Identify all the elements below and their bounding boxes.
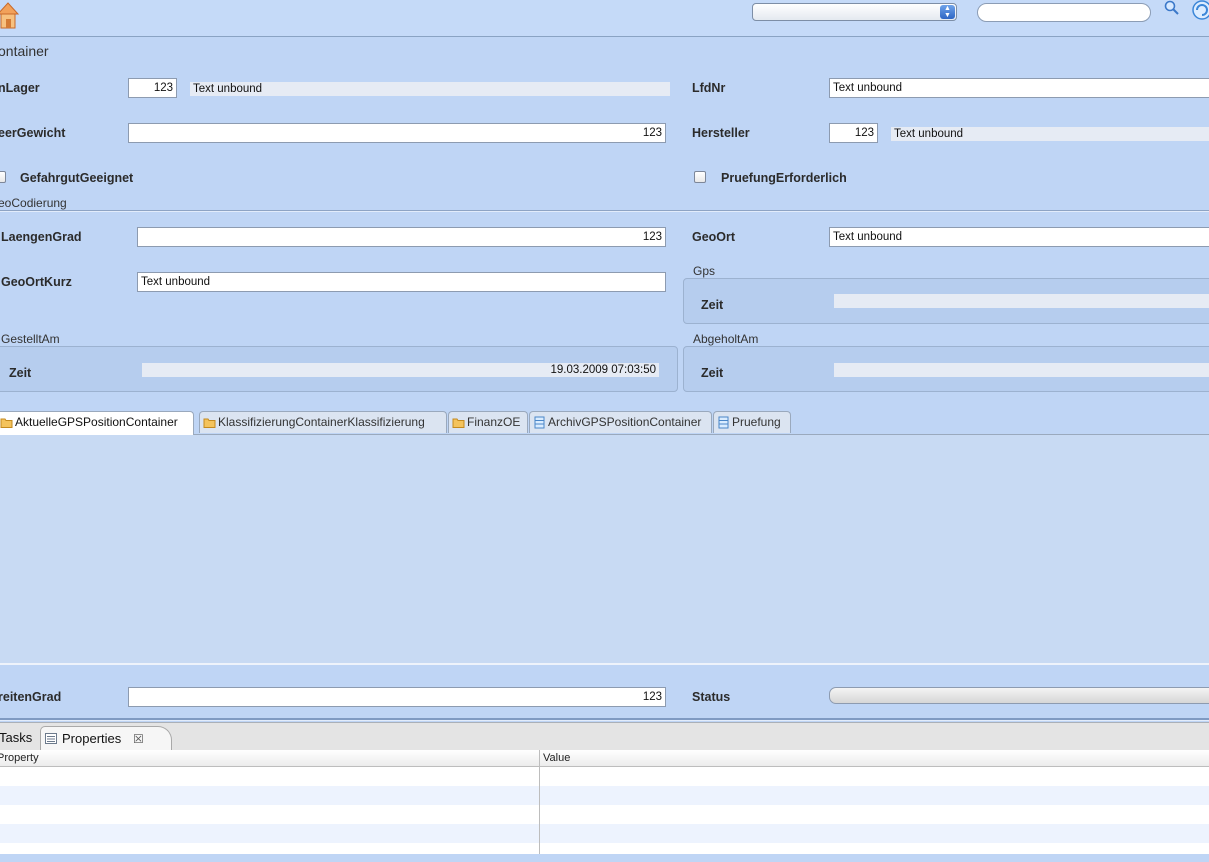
pruefung-label: PruefungErforderlich bbox=[721, 171, 847, 185]
tab-aktuelle-gps-position[interactable]: AktuelleGPSPositionContainer bbox=[0, 411, 194, 435]
column-header-property[interactable]: Property bbox=[0, 750, 39, 766]
tab-label: ArchivGPSPositionContainer bbox=[548, 415, 702, 429]
tab-pruefung[interactable]: Pruefung bbox=[713, 411, 791, 433]
abgeholtam-zeit-value[interactable] bbox=[834, 363, 1209, 377]
properties-table-header: Property Value bbox=[0, 750, 1209, 767]
form-bottom-separator bbox=[0, 718, 1209, 721]
detail-tabbar: AktuelleGPSPositionContainer Klassifizie… bbox=[0, 411, 1209, 435]
hersteller-label: Hersteller bbox=[692, 126, 750, 140]
tab-label: Pruefung bbox=[732, 415, 781, 429]
gestelltam-zeit-label: Zeit bbox=[9, 366, 32, 380]
tab-label: AktuelleGPSPositionContainer bbox=[15, 415, 178, 429]
pruefung-checkbox[interactable] bbox=[694, 171, 706, 183]
lfdnr-input[interactable]: Text unbound bbox=[829, 78, 1209, 98]
leergewicht-input[interactable]: 123 bbox=[128, 123, 666, 143]
lager-label: nLager bbox=[0, 81, 40, 95]
table-row bbox=[0, 824, 1209, 843]
table-icon bbox=[534, 416, 545, 429]
lager-input[interactable]: 123 bbox=[128, 78, 177, 98]
abgeholtam-group-label: AbgeholtAm bbox=[693, 332, 759, 346]
geoortkurz-input[interactable]: Text unbound bbox=[137, 272, 666, 292]
column-header-value[interactable]: Value bbox=[543, 750, 570, 766]
gefahrgut-checkbox[interactable] bbox=[0, 171, 6, 183]
lager-text: Text unbound bbox=[190, 82, 670, 96]
tab-tasks[interactable]: Tasks bbox=[0, 726, 32, 750]
tab-finanzoe[interactable]: FinanzOE bbox=[448, 411, 528, 433]
section-title: ontainer bbox=[0, 43, 49, 59]
search-icon[interactable] bbox=[1163, 0, 1181, 16]
laengengrad-label: LaengenGrad bbox=[1, 230, 82, 244]
tab-klassifizierung[interactable]: KlassifizierungContainerKlassifizierung bbox=[199, 411, 447, 433]
table-icon bbox=[718, 416, 729, 429]
table-row bbox=[0, 786, 1209, 805]
lfdnr-label: LfdNr bbox=[692, 81, 726, 95]
geocodierung-group-label: eoCodierung bbox=[0, 196, 67, 210]
column-divider[interactable] bbox=[539, 750, 540, 854]
table-row bbox=[0, 805, 1209, 824]
geoortkurz-label: GeoOrtKurz bbox=[1, 275, 72, 289]
abgeholtam-zeit-label: Zeit bbox=[701, 366, 724, 380]
breitengrad-label: reitenGrad bbox=[0, 690, 62, 704]
geoort-label: GeoOrt bbox=[692, 230, 736, 244]
home-icon[interactable] bbox=[0, 0, 20, 30]
folder-icon bbox=[0, 418, 13, 428]
gefahrgut-label: GefahrgutGeeignet bbox=[20, 171, 134, 185]
gps-zeit-value[interactable] bbox=[834, 294, 1209, 308]
geoort-input[interactable]: Text unbound bbox=[829, 227, 1209, 247]
tab-archiv-gps-position[interactable]: ArchivGPSPositionContainer bbox=[529, 411, 712, 433]
table-row bbox=[0, 843, 1209, 862]
view-select[interactable]: ▲ ▼ bbox=[752, 3, 957, 21]
gestelltam-zeit-value[interactable]: 19.03.2009 07:03:50 bbox=[142, 363, 659, 377]
gps-zeit-label: Zeit bbox=[701, 298, 724, 312]
laengengrad-input[interactable]: 123 bbox=[137, 227, 666, 247]
search-input[interactable] bbox=[977, 3, 1151, 22]
tab-properties-label: Properties bbox=[62, 731, 122, 746]
tab-label: FinanzOE bbox=[467, 415, 521, 429]
leergewicht-label: eerGewicht bbox=[0, 126, 66, 140]
tab-label: KlassifizierungContainerKlassifizierung bbox=[218, 415, 425, 429]
tab-properties[interactable]: Properties ☒ bbox=[40, 726, 172, 750]
tab-content-area bbox=[0, 434, 1209, 665]
tab-tasks-label: Tasks bbox=[0, 730, 33, 745]
geocodierung-separator bbox=[0, 210, 1209, 212]
properties-table: Property Value bbox=[0, 750, 1209, 854]
gps-group-label: Gps bbox=[693, 264, 716, 278]
status-label: Status bbox=[692, 690, 731, 704]
folder-icon bbox=[452, 418, 465, 428]
table-row bbox=[0, 767, 1209, 786]
properties-icon bbox=[45, 733, 57, 744]
hersteller-input[interactable]: 123 bbox=[829, 123, 878, 143]
views-tabbar: Tasks Properties ☒ bbox=[0, 722, 1209, 751]
select-arrows-icon: ▲ ▼ bbox=[940, 5, 955, 19]
breitengrad-input[interactable]: 123 bbox=[128, 687, 666, 707]
hersteller-text: Text unbound bbox=[891, 127, 1209, 141]
gestelltam-group-label: GestelltAm bbox=[1, 332, 60, 346]
folder-icon bbox=[203, 418, 216, 428]
refresh-icon[interactable] bbox=[1192, 0, 1209, 20]
close-icon[interactable]: ☒ bbox=[133, 727, 144, 751]
status-progress-bar bbox=[829, 687, 1209, 704]
